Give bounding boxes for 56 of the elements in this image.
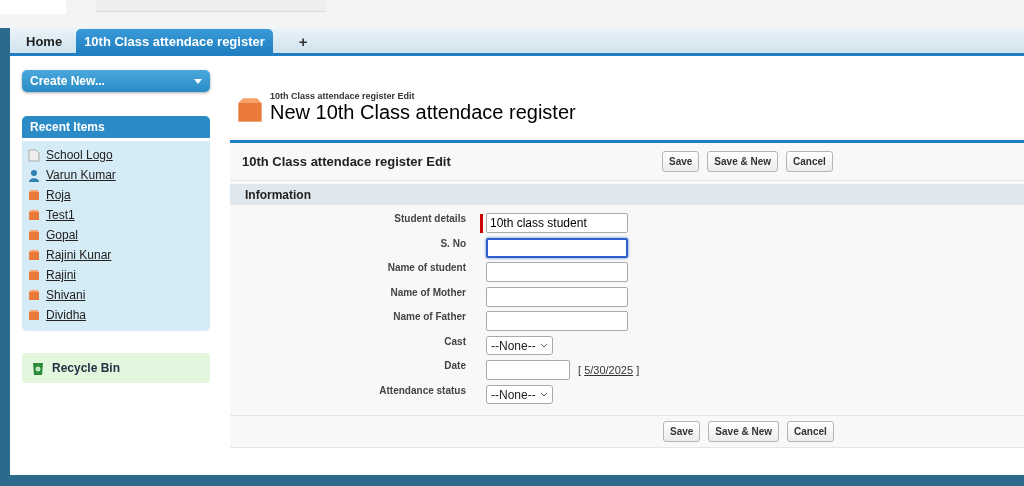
page-subtitle: 10th Class attendace register Edit bbox=[270, 91, 416, 101]
page-title: New 10th Class attendace register bbox=[270, 101, 576, 124]
recent-item-link[interactable]: Test1 bbox=[28, 207, 204, 223]
search-bar[interactable] bbox=[96, 0, 326, 12]
recent-items-header: Recent Items bbox=[22, 116, 210, 138]
text-field[interactable] bbox=[486, 311, 628, 332]
form-button[interactable]: Cancel bbox=[787, 421, 834, 442]
bin-icon bbox=[32, 361, 44, 375]
tab[interactable]: Home bbox=[18, 29, 71, 53]
text-field[interactable] bbox=[486, 262, 628, 283]
text-field[interactable]: 10th class student bbox=[486, 213, 628, 234]
date-field[interactable] bbox=[486, 360, 570, 381]
document-icon bbox=[28, 148, 40, 162]
caret-icon bbox=[194, 78, 202, 84]
field-label: Attendance status bbox=[378, 384, 467, 396]
recent-item-link[interactable]: Rajini bbox=[28, 267, 204, 283]
form-button[interactable]: Save & New bbox=[708, 421, 780, 442]
chevron-icon bbox=[539, 392, 548, 398]
box-icon bbox=[28, 269, 40, 281]
field-label: Student details bbox=[393, 213, 467, 224]
person-icon bbox=[28, 168, 40, 182]
section-header: Information bbox=[230, 184, 1024, 205]
field-label: S. No bbox=[439, 237, 467, 249]
recent-item-link[interactable]: Roja bbox=[28, 187, 204, 203]
today-date-link[interactable]: [ 5/30/2025 ] bbox=[578, 364, 640, 377]
field-label: Name of student bbox=[386, 262, 467, 273]
box-icon bbox=[28, 189, 40, 201]
field-label: Cast bbox=[443, 335, 467, 347]
box-icon bbox=[28, 249, 40, 261]
dropdown[interactable]: --None-- bbox=[486, 336, 553, 356]
record-icon bbox=[236, 96, 264, 124]
recent-item-link[interactable]: Dividha bbox=[28, 307, 204, 323]
recent-item-link[interactable]: School Logo bbox=[28, 147, 204, 163]
form-button[interactable]: Save bbox=[663, 421, 701, 442]
form-button[interactable]: Cancel bbox=[786, 151, 833, 172]
box-icon bbox=[28, 229, 40, 241]
form-button[interactable]: Save & New bbox=[707, 151, 779, 172]
recent-item-link[interactable]: Rajini Kunar bbox=[28, 247, 204, 263]
recycle-bin-link[interactable]: Recycle Bin bbox=[22, 353, 210, 383]
form-title: 10th Class attendace register Edit bbox=[242, 154, 452, 169]
tab[interactable]: + bbox=[290, 29, 316, 53]
dropdown[interactable]: --None-- bbox=[486, 385, 553, 405]
chevron-icon bbox=[539, 343, 548, 349]
form-button[interactable]: Save bbox=[662, 151, 700, 172]
text-field[interactable] bbox=[486, 237, 628, 258]
field-label: Date bbox=[443, 360, 467, 371]
text-field[interactable] bbox=[486, 286, 628, 307]
field-label: Name of Mother bbox=[389, 286, 467, 298]
box-icon bbox=[28, 209, 40, 221]
box-icon bbox=[28, 289, 40, 301]
recent-item-link[interactable]: Varun Kumar bbox=[28, 167, 204, 183]
field-label: Name of Father bbox=[392, 311, 467, 322]
recent-item-link[interactable]: Shivani bbox=[28, 287, 204, 303]
recent-item-link[interactable]: Gopal bbox=[28, 227, 204, 243]
tab[interactable]: 10th Class attendace register bbox=[76, 29, 273, 53]
box-icon bbox=[28, 309, 40, 321]
